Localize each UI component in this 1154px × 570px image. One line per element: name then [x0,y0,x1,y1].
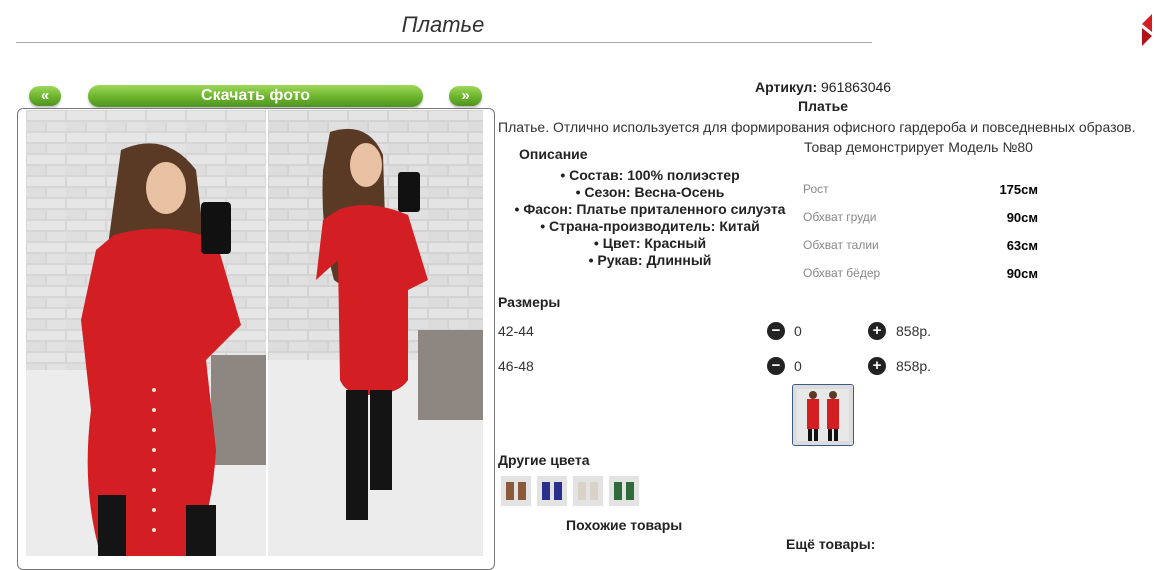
prev-photo-button[interactable]: « [29,86,61,106]
product-thumbnail[interactable] [792,384,854,446]
next-photo-button[interactable]: » [449,86,482,106]
description-title: Описание [519,146,588,162]
measurement-value: 63см [1006,238,1038,253]
description-item: Рукав: Длинный [500,252,800,269]
plus-circle-icon[interactable]: + [868,322,886,340]
measurement-value: 175см [999,182,1038,197]
red-chevron-icon[interactable] [1138,14,1154,46]
minus-circle-icon[interactable]: − [767,322,785,340]
color-thumb[interactable] [501,476,531,506]
measurement-value: 90см [1006,210,1038,225]
product-name: Платье [798,98,848,114]
plus-circle-icon[interactable]: + [868,357,886,375]
title-divider [16,42,872,43]
description-item: Страна-производитель: Китай [500,218,800,235]
description-list: Состав: 100% полиэстер Сезон: Весна-Осен… [500,167,800,269]
article-label: Артикул: [755,79,818,95]
more-products-title: Ещё товары: [786,536,876,552]
page-title: Платье [401,12,485,37]
download-photo-button[interactable]: Скачать фото [88,85,423,107]
product-photo-side[interactable] [268,110,483,556]
measurement-name: Обхват бёдер [803,266,881,280]
size-price: 858р. [896,323,932,339]
description-item: Состав: 100% полиэстер [500,167,800,184]
minus-circle-icon[interactable]: − [767,357,785,375]
description-item: Сезон: Весна-Осень [500,184,800,201]
color-thumb[interactable] [537,476,567,506]
measurement-name: Рост [803,182,829,196]
model-note: Товар демонстрирует Модель №80 [804,139,1033,155]
sizes-title: Размеры [498,294,561,310]
size-label: 46-48 [498,358,534,374]
size-quantity: 0 [794,323,802,339]
other-colors-title: Другие цвета [498,452,590,468]
size-price: 858р. [896,358,932,374]
measurement-name: Обхват талии [803,238,879,252]
color-thumb[interactable] [609,476,639,506]
similar-products-title: Похожие товары [566,517,683,533]
color-thumb[interactable] [573,476,603,506]
product-photo-front[interactable] [26,110,266,556]
size-label: 42-44 [498,323,534,339]
measurement-name: Обхват груди [803,210,877,224]
measurement-value: 90см [1006,266,1038,281]
product-description: Платье. Отлично используется для формиро… [498,119,1136,135]
description-item: Цвет: Красный [500,235,800,252]
size-quantity: 0 [794,358,802,374]
article-line: Артикул: 961863046 [755,79,891,95]
article-value: 961863046 [821,79,892,95]
description-item: Фасон: Платье приталенного силуэта [500,201,800,218]
